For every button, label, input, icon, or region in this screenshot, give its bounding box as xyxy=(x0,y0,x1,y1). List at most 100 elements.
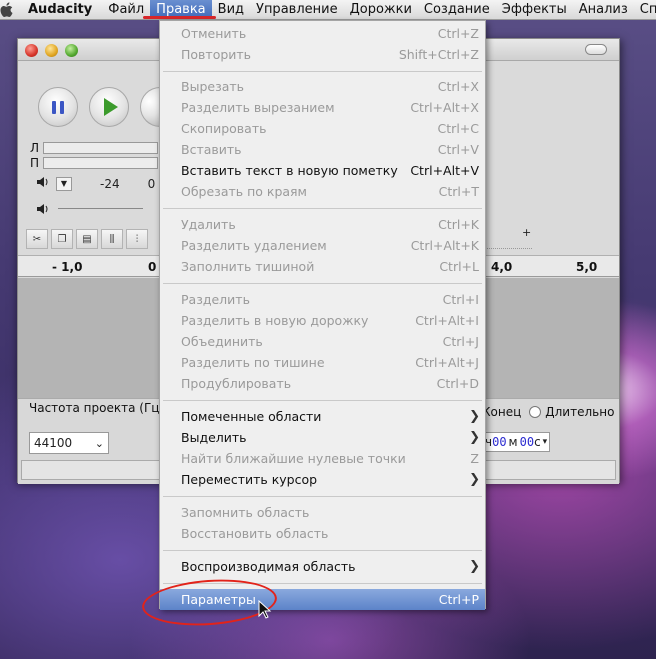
close-window-button[interactable] xyxy=(25,44,38,57)
zoom-window-button[interactable] xyxy=(65,44,78,57)
menu-join-shortcut: Ctrl+J xyxy=(442,334,479,349)
project-rate-value: 44100 xyxy=(34,436,73,450)
paste-icon[interactable]: ▤ xyxy=(76,229,98,249)
menubar-effects[interactable]: Эффекты xyxy=(496,0,573,19)
speaker-icon xyxy=(36,176,50,191)
menu-join[interactable]: Объединить Ctrl+J xyxy=(160,331,485,352)
menu-split-cut[interactable]: Разделить вырезанием Ctrl+Alt+X xyxy=(160,97,485,118)
menu-separator xyxy=(163,283,482,284)
menu-find-zero-shortcut: Z xyxy=(470,451,479,466)
meter-left-label: Л xyxy=(30,141,40,155)
cut-icon[interactable]: ✂ xyxy=(26,229,48,249)
menu-restore-selection-label: Восстановить область xyxy=(181,526,329,541)
menu-separator xyxy=(163,208,482,209)
menubar-analyze[interactable]: Анализ xyxy=(573,0,634,19)
menu-undo-shortcut: Ctrl+Z xyxy=(437,26,479,41)
time-dropdown-icon[interactable]: ▾ xyxy=(543,437,548,447)
apple-icon[interactable] xyxy=(0,0,14,19)
menu-select[interactable]: Выделить ❯ xyxy=(160,427,485,448)
menu-cut-label: Вырезать xyxy=(181,79,245,94)
menu-cut-shortcut: Ctrl+X xyxy=(437,79,479,94)
annotation-underline xyxy=(143,16,216,19)
menu-detach-silence[interactable]: Разделить по тишине Ctrl+Alt+J xyxy=(160,352,485,373)
menu-play-region-label: Воспроизводимая область xyxy=(181,559,356,574)
menu-undo[interactable]: Отменить Ctrl+Z xyxy=(160,23,485,44)
track-area-right[interactable] xyxy=(482,278,619,398)
ruler-label-5: 5,0 xyxy=(576,260,598,274)
menu-split-delete[interactable]: Разделить удалением Ctrl+Alt+K xyxy=(160,235,485,256)
stop-button[interactable] xyxy=(140,87,160,127)
project-rate-label: Частота проекта (Гц): xyxy=(29,401,169,415)
menu-cut[interactable]: Вырезать Ctrl+X xyxy=(160,76,485,97)
menu-separator xyxy=(163,400,482,401)
edit-menu: Отменить Ctrl+Z Повторить Shift+Ctrl+Z Выр… xyxy=(159,20,486,610)
trim-icon[interactable]: ⫼ xyxy=(101,229,123,249)
silence-icon[interactable]: ⫶ xyxy=(126,229,148,249)
menu-join-label: Объединить xyxy=(181,334,263,349)
menu-split-delete-shortcut: Ctrl+Alt+K xyxy=(410,238,479,253)
menu-paste[interactable]: Вставить Ctrl+V xyxy=(160,139,485,160)
menu-split-delete-label: Разделить удалением xyxy=(181,238,327,253)
menu-redo-label: Повторить xyxy=(181,47,252,62)
menu-detach-silence-shortcut: Ctrl+Alt+J xyxy=(415,355,479,370)
volume-speaker-icon xyxy=(36,203,50,218)
project-rate-combo[interactable]: 44100 ⌄ xyxy=(29,432,109,454)
menu-play-region[interactable]: Воспроизводимая область ❯ xyxy=(160,556,485,577)
menu-split-label: Разделить xyxy=(181,292,250,307)
menu-trim-label: Обрезать по краям xyxy=(181,184,307,199)
menubar-transport[interactable]: Управление xyxy=(250,0,344,19)
menu-duplicate-shortcut: Ctrl+D xyxy=(436,376,479,391)
chevron-right-icon: ❯ xyxy=(469,409,480,424)
menu-silence[interactable]: Заполнить тишиной Ctrl+L xyxy=(160,256,485,277)
menu-separator xyxy=(163,496,482,497)
menu-separator xyxy=(163,71,482,72)
time-minutes-value: 00 xyxy=(492,435,507,449)
meter-level-minus24: -24 xyxy=(100,176,120,191)
menubar-app-name[interactable]: Audacity xyxy=(14,0,102,19)
selection-length-label: Длительно xyxy=(545,405,615,419)
menu-labeled-regions[interactable]: Помеченные области ❯ xyxy=(160,406,485,427)
menu-copy-label: Скопировать xyxy=(181,121,267,136)
menu-find-zero[interactable]: Найти ближайшие нулевые точки Z xyxy=(160,448,485,469)
chevron-right-icon: ❯ xyxy=(469,559,480,574)
menu-save-selection[interactable]: Запомнить область xyxy=(160,502,485,523)
menu-delete[interactable]: Удалить Ctrl+K xyxy=(160,214,485,235)
pause-button[interactable] xyxy=(38,87,78,127)
menu-duplicate[interactable]: Продублировать Ctrl+D xyxy=(160,373,485,394)
toolbar-toggle-button[interactable] xyxy=(585,44,607,55)
menu-split-new[interactable]: Разделить в новую дорожку Ctrl+Alt+I xyxy=(160,310,485,331)
meter-dropdown[interactable]: ▼ xyxy=(56,176,72,191)
menu-move-cursor[interactable]: Переместить курсор ❯ xyxy=(160,469,485,490)
play-button[interactable] xyxy=(89,87,129,127)
menu-find-zero-label: Найти ближайшие нулевые точки xyxy=(181,451,406,466)
volume-slider[interactable] xyxy=(58,207,143,214)
menu-split-cut-shortcut: Ctrl+Alt+X xyxy=(410,100,479,115)
copy-icon[interactable]: ❐ xyxy=(51,229,73,249)
mouse-pointer-icon xyxy=(258,599,272,623)
timeline-ruler-right[interactable]: 4,0 5,0 xyxy=(482,255,619,277)
menu-separator xyxy=(163,550,482,551)
meter-left-bar xyxy=(43,142,158,154)
menubar-help[interactable]: Спра xyxy=(634,0,656,19)
ruler-label-minus1: - 1,0 xyxy=(52,260,83,274)
edit-toolbar-right: + xyxy=(482,226,532,249)
chevron-right-icon: ❯ xyxy=(469,430,480,445)
menubar-view[interactable]: Вид xyxy=(212,0,250,19)
status-bar-right xyxy=(482,460,616,480)
menubar-generate[interactable]: Создание xyxy=(418,0,496,19)
selection-time-field[interactable]: ч 00 м 00 с ▾ xyxy=(482,432,551,452)
menu-paste-text-label[interactable]: Вставить текст в новую пометку Ctrl+Alt+V xyxy=(160,160,485,181)
menu-restore-selection[interactable]: Восстановить область xyxy=(160,523,485,544)
ruler-label-0: 0 xyxy=(148,260,157,274)
menu-trim[interactable]: Обрезать по краям Ctrl+T xyxy=(160,181,485,202)
menu-paste-label: Вставить xyxy=(181,142,242,157)
menu-copy[interactable]: Скопировать Ctrl+C xyxy=(160,118,485,139)
menu-preferences-shortcut: Ctrl+P xyxy=(438,592,479,607)
selection-length-radio[interactable] xyxy=(529,406,542,418)
menubar-tracks[interactable]: Дорожки xyxy=(344,0,418,19)
menu-split-shortcut: Ctrl+I xyxy=(442,292,479,307)
minimize-window-button[interactable] xyxy=(45,44,58,57)
chevron-right-icon: ❯ xyxy=(469,472,480,487)
menu-split[interactable]: Разделить Ctrl+I xyxy=(160,289,485,310)
menu-redo[interactable]: Повторить Shift+Ctrl+Z xyxy=(160,44,485,65)
